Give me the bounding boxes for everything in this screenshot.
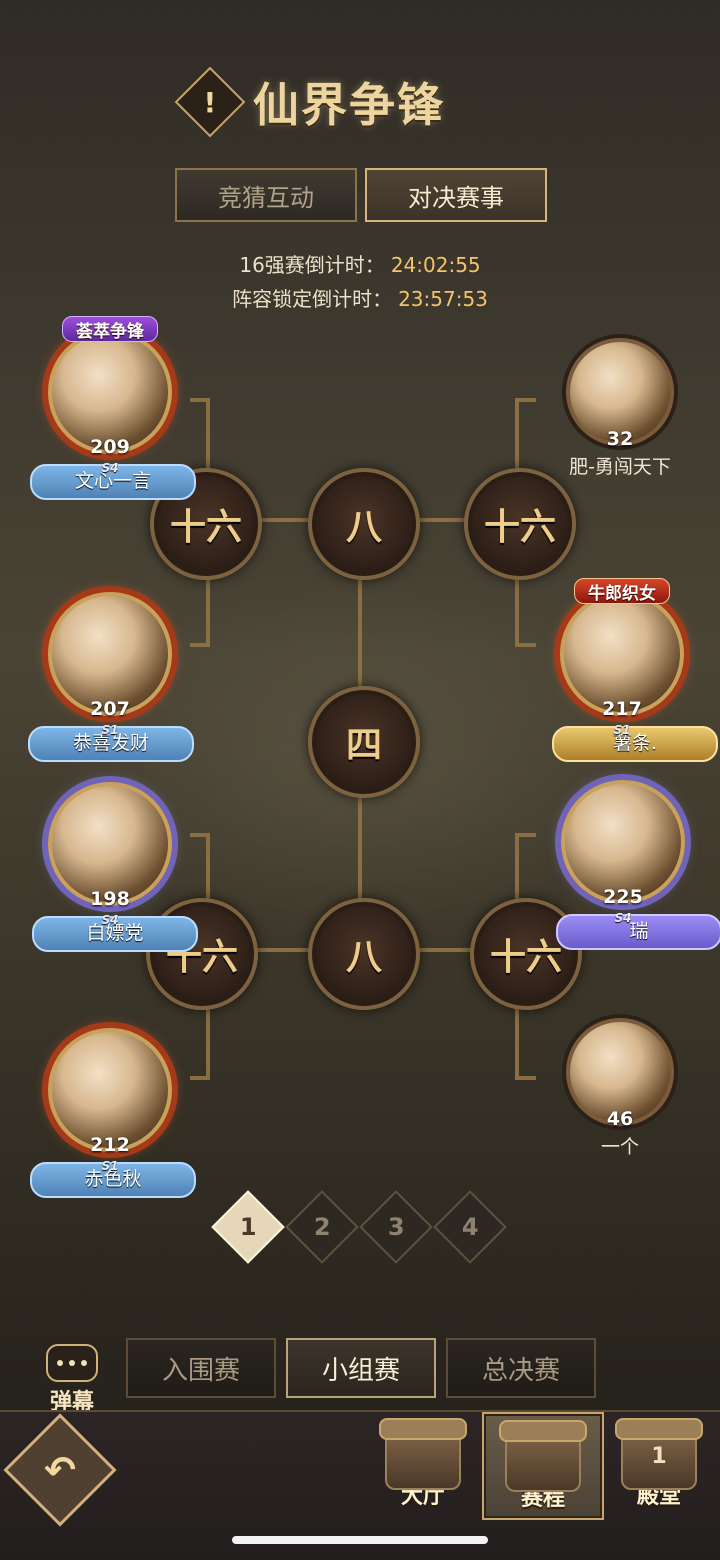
hall-building-icon xyxy=(379,1418,467,1490)
bracket-node-8-bottom[interactable]: 八 xyxy=(308,898,420,1010)
tab-qualifier[interactable]: 入围赛 xyxy=(126,1338,276,1398)
player-avatar: 198 S4 xyxy=(48,782,172,927)
player-season: S4 xyxy=(614,911,632,925)
player-avatar: 牛郎织女 217 S1 xyxy=(560,578,684,737)
player-level: 198 xyxy=(90,888,130,910)
player-level: 225 xyxy=(603,886,643,908)
player-name: 一个 xyxy=(600,1136,639,1158)
nav-hall[interactable]: 大厅 xyxy=(364,1412,482,1516)
player-tag: 牛郎织女 xyxy=(574,578,670,604)
bracket-pager: 1 2 3 4 xyxy=(158,1190,560,1264)
page-1-label: 1 xyxy=(239,1212,257,1241)
tab-group-stage[interactable]: 小组赛 xyxy=(286,1338,436,1398)
player-season: S4 xyxy=(101,913,119,927)
bracket-node-16-top-right[interactable]: 十六 xyxy=(464,468,576,580)
player-level: 207 xyxy=(90,698,130,720)
page-2-label: 2 xyxy=(313,1212,331,1241)
player-card-left-4[interactable]: 212 S1 赤色秋 xyxy=(30,1028,196,1198)
tab-finals[interactable]: 总决赛 xyxy=(446,1338,596,1398)
player-season: S1 xyxy=(101,1159,119,1173)
home-indicator xyxy=(232,1536,488,1544)
player-level: 209 xyxy=(90,436,130,458)
back-arrow-icon: ↶ xyxy=(44,1448,76,1492)
player-card-left-1[interactable]: 荟萃争锋 209 S4 文心一言 xyxy=(30,316,196,500)
player-card-right-1[interactable]: 32 肥-勇闯天下 xyxy=(550,338,690,479)
palace-icon: 1 xyxy=(615,1418,703,1490)
player-card-left-3[interactable]: 198 S4 白嫖党 xyxy=(32,782,198,952)
player-avatar: 225 S4 xyxy=(561,780,685,925)
player-level: 217 xyxy=(602,698,642,720)
player-card-right-4[interactable]: 46 一个 xyxy=(550,1018,690,1159)
bracket-node-4-center[interactable]: 四 xyxy=(308,686,420,798)
page-4-label: 4 xyxy=(461,1212,479,1241)
player-avatar: 32 xyxy=(566,338,674,450)
player-avatar: 212 S1 xyxy=(48,1028,172,1173)
player-card-right-2[interactable]: 牛郎织女 217 S1 薯条. xyxy=(552,578,718,762)
player-tag: 荟萃争锋 xyxy=(62,316,158,342)
player-level: 46 xyxy=(606,1108,634,1130)
page-1-button[interactable]: 1 xyxy=(211,1190,285,1264)
nav-palace[interactable]: 1 殿堂 xyxy=(600,1412,718,1516)
page-4-button[interactable]: 4 xyxy=(433,1190,507,1264)
barrage-button[interactable]: 弹幕 xyxy=(28,1344,116,1415)
player-avatar: 207 S1 xyxy=(48,592,172,737)
page-3-button[interactable]: 3 xyxy=(359,1190,433,1264)
player-card-left-2[interactable]: 207 S1 恭喜发财 xyxy=(28,592,194,762)
player-level: 212 xyxy=(90,1134,130,1156)
bracket-node-8-top[interactable]: 八 xyxy=(308,468,420,580)
schedule-scroll-icon xyxy=(499,1420,587,1492)
player-name: 肥-勇闯天下 xyxy=(569,456,671,478)
player-avatar: 46 xyxy=(566,1018,674,1130)
player-level: 32 xyxy=(606,428,634,450)
palace-badge: 1 xyxy=(651,1444,667,1469)
stage-tabs: 入围赛 小组赛 总决赛 xyxy=(126,1338,596,1398)
player-season: S1 xyxy=(101,723,119,737)
player-season: S1 xyxy=(613,723,631,737)
player-avatar: 荟萃争锋 209 S4 xyxy=(48,316,172,475)
player-season: S4 xyxy=(101,461,119,475)
chat-bubble-icon xyxy=(46,1344,98,1382)
nav-schedule[interactable]: 赛程 xyxy=(482,1412,604,1520)
page-2-button[interactable]: 2 xyxy=(285,1190,359,1264)
player-card-right-3[interactable]: 225 S4 瑞 xyxy=(556,780,720,950)
page-3-label: 3 xyxy=(387,1212,405,1241)
